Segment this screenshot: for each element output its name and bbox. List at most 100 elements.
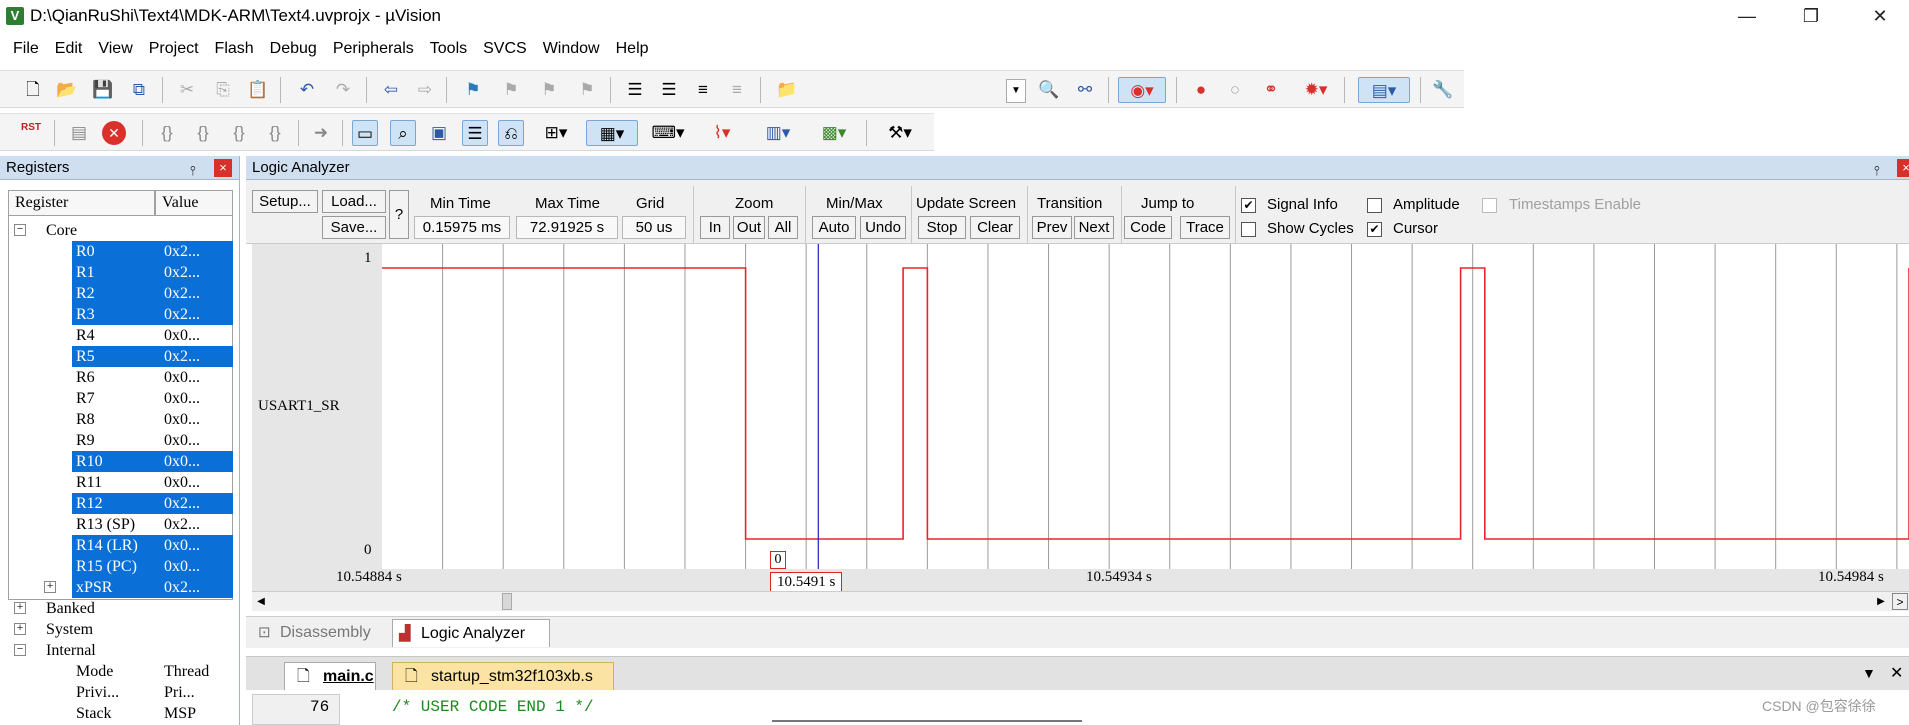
incremental-find-icon[interactable]: ⚯ [1072,77,1098,103]
internal-row[interactable]: Mode Thread [76,661,233,682]
update-clear-button[interactable]: Clear [970,216,1020,239]
step-out-icon[interactable]: {} [226,120,252,146]
register-row[interactable]: R4 0x0... [72,325,233,346]
tab-main-c[interactable]: 🗋 main.c [284,662,376,690]
uncomment-icon[interactable]: ≡ [724,77,750,103]
amplitude-checkbox[interactable] [1367,198,1382,213]
window-layout-icon[interactable]: ▤▾ [1358,77,1410,103]
undo-icon[interactable]: ↶ [294,77,320,103]
register-row[interactable]: R11 0x0... [72,472,233,493]
register-row[interactable]: R5 0x2... [72,346,233,367]
menu-window[interactable]: Window [535,36,608,62]
jump-trace-button[interactable]: Trace [1180,216,1230,239]
tree-node-group[interactable]: System [46,619,93,640]
tab-disassembly[interactable]: ⊡ Disassembly [252,619,371,647]
menu-peripherals[interactable]: Peripherals [325,36,422,62]
tab-logic-analyzer[interactable]: ▟ Logic Analyzer [392,619,550,647]
indent-icon[interactable]: ☰ [622,77,648,103]
step-over-icon[interactable]: {} [190,120,216,146]
paste-icon[interactable]: 📋 [245,77,271,103]
tree-node-group[interactable]: Internal [46,640,96,661]
toggle-group-icon[interactable]: + [14,602,26,614]
minimize-button[interactable]: — [1718,0,1776,32]
minmax-auto-button[interactable]: Auto [812,216,856,239]
register-row[interactable]: R7 0x0... [72,388,233,409]
register-row[interactable]: R13 (SP) 0x2... [72,514,233,535]
toggle-group-icon[interactable]: − [14,644,26,656]
register-row[interactable]: R10 0x0... [72,451,233,472]
navigate-forward-icon[interactable]: ⇨ [412,77,438,103]
open-folder-icon[interactable]: 📂 [54,77,80,103]
find-in-files-icon[interactable]: 📁 [774,77,800,103]
register-row[interactable]: R15 (PC) 0x0... [72,556,233,577]
internal-row[interactable]: Privi... Pri... [76,682,233,703]
menu-help[interactable]: Help [608,36,657,62]
cursor-checkbox[interactable]: ✔ [1367,222,1382,237]
register-row[interactable]: R9 0x0... [72,430,233,451]
menu-flash[interactable]: Flash [207,36,262,62]
menu-svcs[interactable]: SVCS [475,36,535,62]
disable-breakpoint-icon[interactable]: ○ [1222,77,1248,103]
save-icon[interactable]: 💾 [90,77,116,103]
disable-all-breakpoints-icon[interactable]: ⚭ [1258,77,1284,103]
show-next-statement-icon[interactable]: ➜ [308,120,334,146]
register-row[interactable]: R8 0x0... [72,409,233,430]
menu-file[interactable]: File [5,36,47,62]
step-into-icon[interactable]: {} [154,120,180,146]
register-column-header[interactable]: Register [8,190,155,216]
system-viewer-icon[interactable]: ▩▾ [812,120,856,146]
kill-breakpoints-icon[interactable]: ✹▾ [1296,77,1336,103]
symbols-window-icon[interactable]: ▣ [426,120,452,146]
close-window-button[interactable]: ✕ [1851,0,1909,32]
register-row[interactable]: R3 0x2... [72,304,233,325]
register-row[interactable]: R2 0x2... [72,283,233,304]
copy-icon[interactable]: ⎘ [210,77,236,103]
register-row[interactable]: R14 (LR) 0x0... [72,535,233,556]
pin-icon[interactable]: ⫯ [190,159,196,183]
toggle-group-icon[interactable]: + [14,623,26,635]
stop-icon[interactable]: ✕ [102,121,126,145]
save-button[interactable]: Save... [322,216,386,239]
breakpoint-icon[interactable]: ● [1188,77,1214,103]
find-icon[interactable]: 🔍 [1036,77,1062,103]
menu-project[interactable]: Project [141,36,207,62]
save-all-icon[interactable]: ⧉ [126,77,152,103]
value-column-header[interactable]: Value [155,190,233,216]
close-editor-tab-icon[interactable]: ✕ [1890,663,1903,683]
call-stack-window-icon[interactable]: ⎌ [498,120,524,146]
serial-window-icon[interactable]: ⌨▾ [646,120,690,146]
scroll-right-icon[interactable]: ▶ [1872,593,1890,610]
register-row[interactable]: R12 0x2... [72,493,233,514]
prev-bookmark-icon[interactable]: ⚑ [498,77,524,103]
clear-bookmarks-icon[interactable]: ⚑ [574,77,600,103]
debug-session-icon[interactable]: ◉▾ [1118,77,1166,103]
waveform-plot[interactable] [252,244,1909,569]
menu-view[interactable]: View [90,36,140,62]
show-cycles-checkbox[interactable] [1241,222,1256,237]
signal-info-checkbox[interactable]: ✔ [1241,198,1256,213]
unindent-icon[interactable]: ☰ [656,77,682,103]
tab-list-dropdown-icon[interactable]: ▼ [1862,665,1876,681]
watch-window-icon[interactable]: ⊞▾ [534,120,578,146]
zoom-all-button[interactable]: All [768,216,798,239]
command-window-icon[interactable]: ▭ [352,120,378,146]
insert-bookmark-icon[interactable]: ⚑ [460,77,486,103]
close-logic-analyzer-button[interactable]: × [1897,159,1909,177]
toolbox-icon[interactable]: ⚒▾ [878,120,922,146]
collapse-core-icon[interactable]: − [14,224,26,236]
code-editor[interactable]: 76 /* USER CODE END 1 */ CSDN @包容徐徐 [246,690,1909,725]
new-file-icon[interactable]: 🗋 [20,77,46,103]
configure-icon[interactable]: 🔧 [1430,77,1456,103]
horizontal-scrollbar[interactable]: ◀ ▶ > [252,591,1909,611]
scroll-end-icon[interactable]: > [1892,593,1908,610]
tree-node-group[interactable]: Banked [46,598,95,619]
load-button[interactable]: Load... [322,190,386,213]
expand-xpsr-icon[interactable]: + [44,581,56,593]
menu-tools[interactable]: Tools [422,36,475,62]
close-registers-button[interactable]: × [214,159,232,177]
setup-button[interactable]: Setup... [252,190,318,213]
update-stop-button[interactable]: Stop [918,216,966,239]
menu-edit[interactable]: Edit [47,36,91,62]
cut-icon[interactable]: ✂ [174,77,200,103]
transition-next-button[interactable]: Next [1074,216,1114,239]
